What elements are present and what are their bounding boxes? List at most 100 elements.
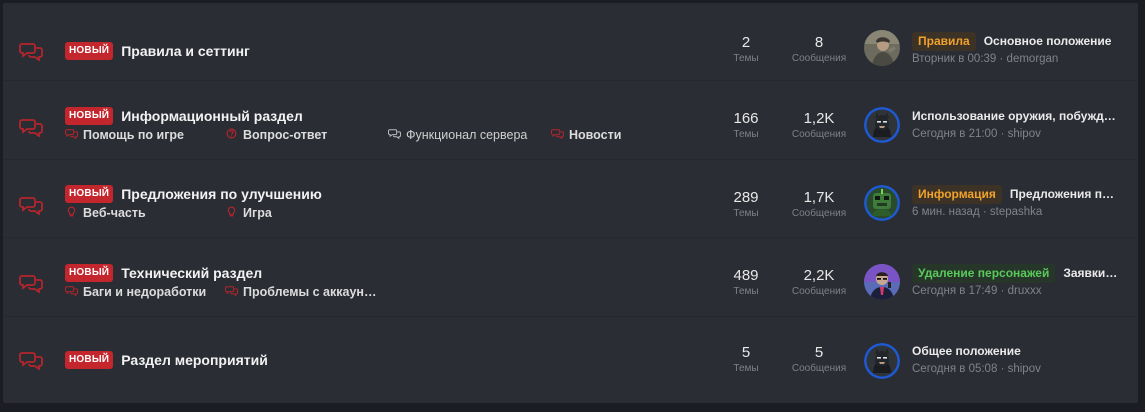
forum-node-list: НОВЫЙ Правила и сеттинг 2 Темы 8 Сообщен… bbox=[3, 3, 1138, 403]
chat-bubbles-icon bbox=[19, 350, 43, 370]
last-post-meta: Сегодня в 21:00 · shipov bbox=[912, 128, 1118, 140]
node-title-link[interactable]: Правила и сеттинг bbox=[121, 43, 250, 59]
threads-stat: 489 Темы bbox=[706, 267, 786, 298]
meta-separator: · bbox=[1000, 128, 1008, 140]
messages-count: 5 bbox=[814, 344, 824, 361]
last-post: Использование оружия, побужде… Сегодня в… bbox=[912, 106, 1118, 140]
threads-count: 166 bbox=[733, 110, 759, 127]
meta-separator: · bbox=[1000, 285, 1008, 297]
avatar-green-icon[interactable] bbox=[864, 185, 900, 221]
chat-bubbles-icon bbox=[65, 128, 83, 142]
last-post-user[interactable]: stepashka bbox=[990, 206, 1042, 218]
new-badge: НОВЫЙ bbox=[65, 42, 114, 60]
subforum-link[interactable]: Новости bbox=[551, 128, 621, 142]
chat-bubbles-icon bbox=[19, 273, 43, 293]
subforum-link[interactable]: Помощь по игре bbox=[65, 128, 184, 142]
last-thread-title-line: Правила Основное положение bbox=[912, 31, 1118, 51]
node-title-line: НОВЫЙ Правила и сеттинг bbox=[65, 42, 250, 60]
last-post-user[interactable]: demorgan bbox=[1007, 53, 1059, 65]
last-post-time[interactable]: Сегодня в 17:49 bbox=[912, 285, 997, 297]
last-post-time[interactable]: 6 мин. назад bbox=[912, 206, 980, 218]
messages-label: Сообщения bbox=[791, 208, 847, 219]
subforum-link[interactable]: Вопрос-ответ bbox=[225, 128, 327, 142]
chat-bubbles-icon bbox=[19, 117, 43, 137]
last-thread-title-line: Информация Предложения п… bbox=[912, 184, 1118, 204]
chat-bubbles-icon bbox=[225, 285, 243, 299]
forum-node-row: НОВЫЙ Правила и сеттинг 2 Темы 8 Сообщен… bbox=[3, 3, 1138, 81]
subforum-link[interactable]: Игра bbox=[225, 206, 272, 220]
node-title-line: НОВЫЙ Информационный раздел bbox=[65, 107, 303, 125]
messages-stat: 5 Сообщения bbox=[779, 344, 859, 375]
avatar-batman-icon[interactable] bbox=[864, 343, 900, 379]
last-thread-title-link[interactable]: Общее положение bbox=[912, 344, 1021, 358]
last-post-time[interactable]: Вторник в 00:39 bbox=[912, 53, 996, 65]
last-thread-title-link[interactable]: Основное положение bbox=[984, 34, 1112, 48]
threads-stat: 289 Темы bbox=[706, 189, 786, 220]
last-post: Удаление персонажей Заявки … Сегодня в 1… bbox=[912, 263, 1118, 297]
meta-separator: · bbox=[982, 206, 990, 218]
forum-node-row: НОВЫЙ Предложения по улучшению Веб-часть… bbox=[3, 160, 1138, 238]
subforum-label: Функционал сервера bbox=[406, 128, 528, 142]
messages-stat: 1,2K Сообщения bbox=[779, 110, 859, 141]
lightbulb-icon bbox=[65, 206, 83, 220]
new-badge: НОВЫЙ bbox=[65, 351, 114, 369]
subforum-link[interactable]: Баги и недоработки bbox=[65, 285, 206, 299]
chat-bubbles-icon bbox=[65, 285, 83, 299]
subforum-link[interactable]: Веб-часть bbox=[65, 206, 146, 220]
thread-prefix-label[interactable]: Информация bbox=[912, 184, 1002, 204]
node-title-line: НОВЫЙ Технический раздел bbox=[65, 264, 262, 282]
subforum-label: Помощь по игре bbox=[83, 128, 185, 142]
messages-label: Сообщения bbox=[791, 286, 847, 297]
messages-stat: 1,7K Сообщения bbox=[779, 189, 859, 220]
last-post-meta: Вторник в 00:39 · demorgan bbox=[912, 53, 1118, 65]
new-badge: НОВЫЙ bbox=[65, 264, 114, 282]
threads-stat: 2 Темы bbox=[706, 34, 786, 65]
node-title-link[interactable]: Технический раздел bbox=[121, 265, 262, 281]
forum-node-row: НОВЫЙ Технический раздел Баги и недорабо… bbox=[3, 238, 1138, 317]
last-thread-title-line: Удаление персонажей Заявки … bbox=[912, 263, 1118, 283]
last-thread-title-link[interactable]: Использование оружия, побужде… bbox=[912, 109, 1118, 123]
avatar-photo-icon[interactable] bbox=[864, 30, 900, 66]
thread-prefix-label[interactable]: Удаление персонажей bbox=[912, 263, 1056, 283]
last-thread-title-link[interactable]: Заявки … bbox=[1063, 266, 1118, 280]
subforum-label: Веб-часть bbox=[83, 206, 146, 220]
new-badge: НОВЫЙ bbox=[65, 107, 114, 125]
last-post-user[interactable]: druxxx bbox=[1008, 285, 1042, 297]
node-title-link[interactable]: Предложения по улучшению bbox=[121, 186, 322, 202]
subforum-link[interactable]: Функционал сервера bbox=[388, 128, 527, 142]
threads-label: Темы bbox=[733, 208, 759, 219]
node-title-line: НОВЫЙ Предложения по улучшению bbox=[65, 185, 322, 203]
last-post-time[interactable]: Сегодня в 05:08 bbox=[912, 363, 997, 375]
avatar-suit-icon[interactable] bbox=[864, 264, 900, 300]
thread-prefix-label[interactable]: Правила bbox=[912, 31, 976, 51]
threads-count: 5 bbox=[741, 344, 751, 361]
last-thread-title-line: Общее положение bbox=[912, 341, 1118, 361]
last-post-time[interactable]: Сегодня в 21:00 bbox=[912, 128, 997, 140]
chat-bubbles-icon bbox=[19, 41, 43, 61]
node-title-link[interactable]: Раздел мероприятий bbox=[121, 352, 268, 368]
forum-node-row: НОВЫЙ Раздел мероприятий 5 Темы 5 Сообще… bbox=[3, 317, 1138, 403]
last-thread-title-line: Использование оружия, побужде… bbox=[912, 106, 1118, 126]
last-post-user[interactable]: shipov bbox=[1008, 363, 1041, 375]
subforum-label: Проблемы с аккаун… bbox=[243, 285, 377, 299]
node-title-line: НОВЫЙ Раздел мероприятий bbox=[65, 351, 268, 369]
messages-label: Сообщения bbox=[791, 53, 847, 64]
threads-label: Темы bbox=[733, 286, 759, 297]
meta-separator: · bbox=[1000, 363, 1008, 375]
subforum-link[interactable]: Проблемы с аккаун… bbox=[225, 285, 376, 299]
threads-stat: 5 Темы bbox=[706, 344, 786, 375]
messages-stat: 2,2K Сообщения bbox=[779, 267, 859, 298]
last-thread-title-link[interactable]: Предложения п… bbox=[1010, 187, 1114, 201]
messages-stat: 8 Сообщения bbox=[779, 34, 859, 65]
last-post-meta: Сегодня в 05:08 · shipov bbox=[912, 363, 1118, 375]
node-title-link[interactable]: Информационный раздел bbox=[121, 108, 303, 124]
avatar-batman-icon[interactable] bbox=[864, 107, 900, 143]
messages-count: 8 bbox=[814, 34, 824, 51]
chat-bubbles-icon bbox=[551, 128, 569, 142]
new-badge: НОВЫЙ bbox=[65, 185, 114, 203]
chat-bubbles-icon bbox=[19, 195, 43, 215]
last-post-user[interactable]: shipov bbox=[1008, 128, 1041, 140]
subforum-label: Новости bbox=[569, 128, 622, 142]
lightbulb-icon bbox=[225, 206, 243, 220]
threads-label: Темы bbox=[733, 129, 759, 140]
